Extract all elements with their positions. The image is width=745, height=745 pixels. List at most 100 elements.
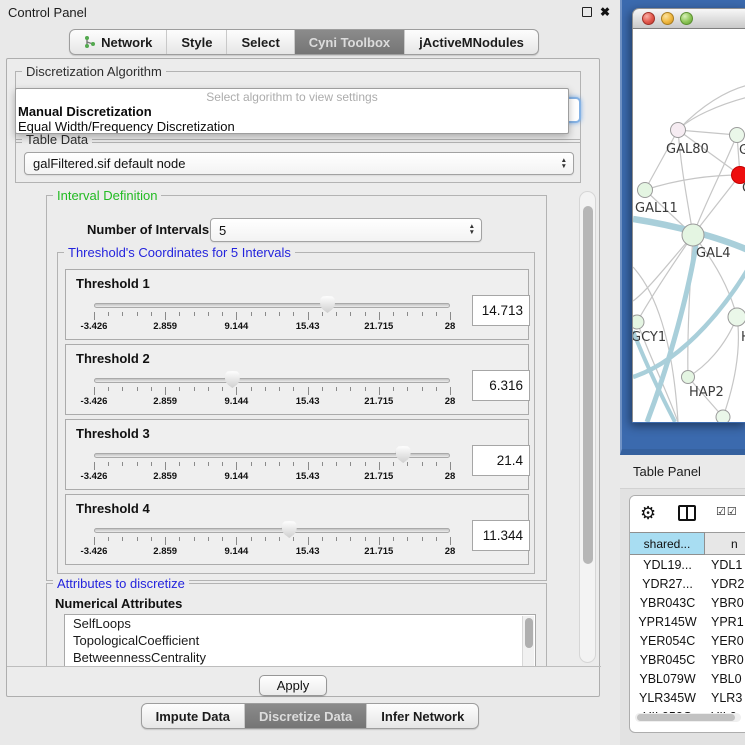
slider-tick-labels: -3.4262.8599.14415.4321.71528: [94, 471, 450, 483]
slider-thumb[interactable]: [320, 296, 335, 313]
network-node[interactable]: [728, 308, 745, 326]
discretization-algorithm-title: Discretization Algorithm: [22, 64, 166, 79]
table-horizontal-scrollbar[interactable]: [635, 713, 741, 722]
network-node[interactable]: [682, 371, 695, 384]
top-tab[interactable]: Cyni Toolbox: [295, 30, 405, 54]
network-canvas[interactable]: GAL80GCGAL11GAL4GCY1HHAP2: [632, 29, 745, 422]
top-tab[interactable]: jActiveMNodules: [405, 30, 538, 54]
bottom-tab[interactable]: Discretize Data: [245, 704, 367, 728]
bottom-tab-label: Infer Network: [381, 709, 464, 724]
slider-thumb[interactable]: [396, 446, 411, 463]
network-node[interactable]: [671, 123, 686, 138]
table-panel-title: Table Panel: [633, 464, 701, 479]
cyni-toolbox-panel: Discretization Algorithm Select algorith…: [6, 58, 600, 697]
network-node-label: HAP2: [689, 385, 724, 400]
algorithm-option[interactable]: Manual Discretization: [16, 104, 568, 119]
threshold-slider: -3.4262.8599.14415.4321.71528: [94, 420, 450, 491]
table-row[interactable]: YPR145W YPR1: [630, 612, 745, 631]
column-header-shared-name[interactable]: shared...: [630, 532, 705, 555]
cell-shared-name: YDR27...: [630, 574, 705, 593]
table-row[interactable]: YDR27... YDR2: [630, 574, 745, 593]
bottom-tab-label: Discretize Data: [259, 709, 352, 724]
column-header-name[interactable]: n: [705, 532, 745, 555]
cell-name: YER0: [705, 631, 745, 650]
cell-name: YBR0: [705, 650, 745, 669]
network-node[interactable]: [682, 224, 704, 246]
top-tab-label: Cyni Toolbox: [309, 35, 390, 50]
attribute-list-item[interactable]: BetweennessCentrality: [65, 649, 535, 666]
threshold-value-field[interactable]: 14.713: [472, 295, 530, 326]
thresholds-group-title: Threshold's Coordinates for 5 Intervals: [64, 245, 295, 260]
split-column-icon[interactable]: [678, 505, 696, 521]
top-tab[interactable]: Style: [167, 30, 227, 54]
threshold-value-field[interactable]: 11.344: [472, 520, 530, 551]
top-tab[interactable]: Network: [70, 30, 167, 54]
slider-track[interactable]: [94, 528, 450, 533]
network-node[interactable]: [633, 315, 644, 329]
settings-scroll-viewport: Interval Definition Number of Intervals …: [7, 187, 601, 667]
threshold-value-field[interactable]: 21.4: [472, 445, 530, 476]
table-data-combobox[interactable]: galFiltered.sif default node ▲▼: [24, 152, 574, 175]
network-node[interactable]: [716, 410, 730, 422]
threshold-slider: -3.4262.8599.14415.4321.71528: [94, 270, 450, 341]
network-node-label: G: [739, 143, 745, 158]
slider-ticks: [94, 537, 450, 546]
slider-track[interactable]: [94, 303, 450, 308]
bottom-tab-label: Impute Data: [156, 709, 230, 724]
network-node[interactable]: [638, 183, 653, 198]
slider-track[interactable]: [94, 378, 450, 383]
table-data-value: galFiltered.sif default node: [33, 156, 185, 171]
network-icon: [84, 35, 96, 49]
attributes-group-title: Attributes to discretize: [53, 576, 189, 591]
table-row[interactable]: YLR345W YLR3: [630, 688, 745, 707]
table-row[interactable]: YBR043C YBR0: [630, 593, 745, 612]
gear-icon[interactable]: ⚙: [640, 503, 656, 523]
slider-thumb[interactable]: [225, 371, 240, 388]
attributes-list-scrollbar[interactable]: [522, 616, 534, 667]
cell-name: YPR1: [705, 612, 745, 631]
slider-tick-labels: -3.4262.8599.14415.4321.71528: [94, 321, 450, 333]
close-icon[interactable]: ✖: [600, 6, 610, 18]
top-tab[interactable]: Select: [227, 30, 294, 54]
network-node[interactable]: [730, 128, 745, 143]
table-row[interactable]: YER054C YER0: [630, 631, 745, 650]
panel-vertical-scrollbar[interactable]: [579, 191, 596, 663]
num-intervals-combobox[interactable]: 5 ▲▼: [210, 218, 482, 242]
close-traffic-light-icon[interactable]: [642, 12, 655, 25]
slider-ticks: [94, 462, 450, 471]
table-row[interactable]: YBR045C YBR0: [630, 650, 745, 669]
checkbox-icons[interactable]: ☑☑: [716, 505, 738, 518]
table-data-title: Table Data: [22, 132, 92, 147]
num-intervals-value: 5: [219, 223, 226, 238]
numerical-attributes-label: Numerical Attributes: [55, 596, 182, 611]
bottom-tab[interactable]: Impute Data: [142, 704, 245, 728]
control-panel-window: Control Panel ✖ Network Style S: [0, 0, 620, 745]
interval-definition-group: Interval Definition Number of Intervals …: [46, 195, 547, 581]
slider-thumb[interactable]: [282, 521, 297, 538]
cell-shared-name: YDL19...: [630, 555, 705, 574]
attribute-list-item[interactable]: TopologicalCoefficient: [65, 632, 535, 649]
table-row[interactable]: YBL079W YBL0: [630, 669, 745, 688]
network-node-label: GAL11: [635, 201, 678, 216]
algorithm-option[interactable]: Equal Width/Frequency Discretization: [16, 119, 568, 134]
cell-shared-name: YLR345W: [630, 688, 705, 707]
numerical-attributes-list: SelfLoops TopologicalCoefficient Between…: [64, 614, 536, 667]
cell-name: YDL1: [705, 555, 745, 574]
cell-shared-name: YBR043C: [630, 593, 705, 612]
zoom-traffic-light-icon[interactable]: [680, 12, 693, 25]
cell-shared-name: YBL079W: [630, 669, 705, 688]
top-tab-label: Style: [181, 35, 212, 50]
threshold-value-field[interactable]: 6.316: [472, 370, 530, 401]
table-row[interactable]: YDL19... YDL1: [630, 555, 745, 574]
cell-name: YLR3: [705, 688, 745, 707]
network-window-titlebar: [632, 8, 745, 29]
cell-shared-name: YPR145W: [630, 612, 705, 631]
cell-name: YBR0: [705, 593, 745, 612]
bottom-tab[interactable]: Infer Network: [367, 704, 478, 728]
minimize-traffic-light-icon[interactable]: [661, 12, 674, 25]
float-window-icon[interactable]: [582, 7, 592, 17]
slider-tick-labels: -3.4262.8599.14415.4321.71528: [94, 546, 450, 558]
top-tab-label: Network: [101, 35, 152, 50]
attribute-list-item[interactable]: SelfLoops: [65, 615, 535, 632]
apply-button[interactable]: Apply: [259, 675, 327, 696]
